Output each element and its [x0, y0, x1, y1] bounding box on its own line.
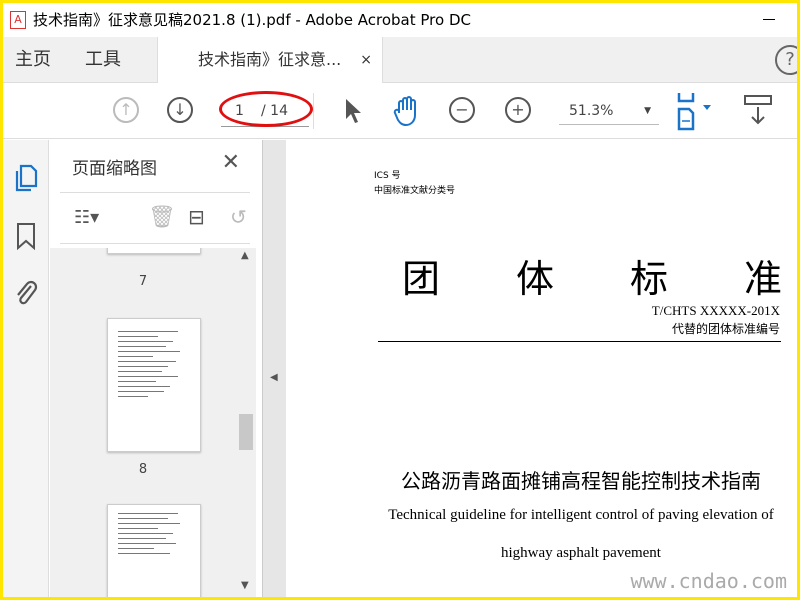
- replaced-standard: 代替的团体标准编号: [671, 322, 780, 336]
- acrobat-icon: A: [10, 11, 26, 29]
- options-menu-icon[interactable]: ☷▾: [74, 207, 99, 228]
- watermark: www.cndao.com: [630, 569, 787, 593]
- window-title: 技术指南》征求意见稿2021.8 (1).pdf - Adobe Acrobat…: [33, 11, 471, 29]
- tab-document[interactable]: 技术指南》征求意... ×: [157, 37, 383, 84]
- insert-page-icon[interactable]: ⊟: [188, 205, 205, 229]
- hand-tool-icon[interactable]: [393, 95, 423, 127]
- scroll-down-icon[interactable]: ▼: [241, 580, 249, 591]
- collapse-arrow-icon[interactable]: ◀: [270, 372, 278, 383]
- select-tool-icon[interactable]: [343, 97, 363, 125]
- document-heading: 团 体 标 准: [402, 248, 782, 303]
- page-thumbnails-icon[interactable]: [13, 162, 39, 192]
- thumbnails-panel: 页面缩略图 ✕ ☷▾ 🗑 ⊟ ↺ 7 8 ▲ ▼: [50, 140, 262, 597]
- zoom-out-button[interactable]: −: [449, 97, 475, 123]
- page-label-8: 8: [138, 462, 148, 477]
- standard-code: T/CHTS XXXXX-201X: [651, 303, 780, 318]
- page-thumbnail-7[interactable]: [107, 248, 201, 254]
- title-bar: A 技术指南》征求意见稿2021.8 (1).pdf - Adobe Acrob…: [3, 3, 797, 37]
- attachments-icon[interactable]: [13, 278, 39, 308]
- divider: [313, 93, 314, 129]
- toolbar: ↑ ↓ 1 / 14 − + 51.3% ▼: [3, 83, 797, 139]
- panel-collapse-strip[interactable]: ◀: [262, 140, 286, 597]
- tab-bar: 主页 工具 技术指南》征求意... × ?: [3, 37, 797, 84]
- title-english-line2: highway asphalt pavement: [501, 545, 661, 561]
- scroll-up-icon[interactable]: ▲: [241, 250, 249, 261]
- document-tab-label: 技术指南》征求意...: [198, 50, 342, 69]
- close-panel-button[interactable]: ✕: [222, 150, 240, 175]
- thumbnail-scrollbar[interactable]: ▲ ▼: [236, 248, 256, 597]
- fit-page-icon[interactable]: [675, 91, 715, 131]
- help-button[interactable]: ?: [775, 45, 797, 75]
- zoom-dropdown[interactable]: 51.3% ▼: [559, 97, 659, 125]
- close-tab-button[interactable]: ×: [360, 37, 372, 83]
- page-thumbnail-8[interactable]: [107, 318, 201, 452]
- thumbnail-list: 7 8: [50, 248, 236, 597]
- next-page-button[interactable]: ↓: [167, 97, 193, 123]
- document-page: ICS 号 中国标准文献分类号 团 体 标 准 T/CHTS XXXXX-201…: [286, 140, 797, 597]
- previous-page-button[interactable]: ↑: [113, 97, 139, 123]
- page-label-7: 7: [138, 274, 148, 289]
- chevron-down-icon: ▼: [644, 106, 651, 116]
- tab-tools[interactable]: 工具: [85, 37, 121, 83]
- heading-char: 准: [743, 257, 782, 301]
- minimize-button[interactable]: [763, 19, 775, 20]
- scroll-mode-icon[interactable]: [743, 93, 773, 127]
- divider-line: [378, 341, 781, 342]
- left-rail: [3, 140, 49, 597]
- title-english-line1: Technical guideline for intelligent cont…: [388, 507, 774, 523]
- title-chinese: 公路沥青路面摊铺高程智能控制技术指南: [401, 469, 761, 493]
- ics-label: ICS 号: [374, 171, 401, 181]
- rotate-icon[interactable]: ↺: [230, 205, 247, 229]
- heading-char: 团: [402, 257, 441, 301]
- classification-label: 中国标准文献分类号: [374, 186, 456, 196]
- heading-char: 标: [629, 257, 668, 301]
- zoom-value: 51.3%: [569, 103, 614, 119]
- delete-icon[interactable]: 🗑: [148, 205, 176, 230]
- heading-char: 体: [515, 257, 554, 301]
- zoom-in-button[interactable]: +: [505, 97, 531, 123]
- tab-home[interactable]: 主页: [15, 37, 51, 83]
- red-annotation-ellipse: [219, 91, 313, 127]
- scrollbar-thumb[interactable]: [239, 414, 253, 450]
- page-thumbnail-9[interactable]: [107, 504, 201, 597]
- acrobat-window: A 技术指南》征求意见稿2021.8 (1).pdf - Adobe Acrob…: [3, 3, 797, 597]
- panel-title: 页面缩略图: [72, 159, 157, 179]
- bookmarks-icon[interactable]: [15, 222, 37, 250]
- panel-toolbar: ☷▾ 🗑 ⊟ ↺: [60, 192, 250, 244]
